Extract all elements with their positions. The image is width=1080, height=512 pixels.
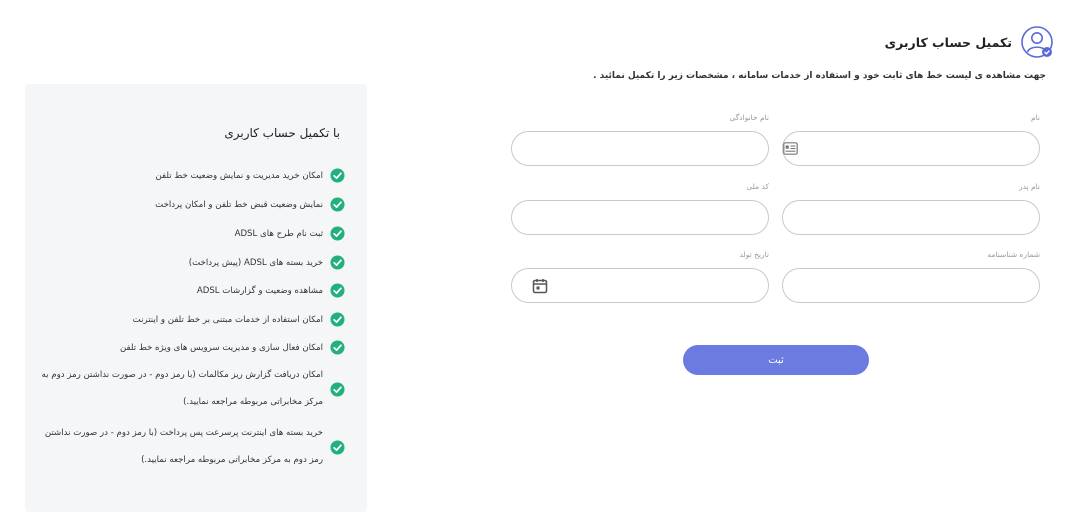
check-circle-icon <box>330 255 345 270</box>
last-name-input-wrap <box>511 131 769 166</box>
father-name-input-wrap <box>782 200 1040 235</box>
benefit-item: مشاهده وضعیت و گزارشات ADSL <box>197 283 345 298</box>
check-circle-icon <box>330 226 345 241</box>
page-subtitle: جهت مشاهده ی لیست خط های ثابت خود و استف… <box>593 71 1046 81</box>
father-name-input[interactable] <box>783 201 1039 234</box>
benefit-item: خرید بسته های ADSL (پیش پرداخت) <box>189 255 345 270</box>
check-circle-icon <box>330 283 345 298</box>
benefit-text: امکان دریافت گزارش ریز مکالمات (با رمز د… <box>41 370 323 407</box>
last-name-field: نام خانوادگی <box>511 112 769 166</box>
user-avatar-icon <box>1021 26 1053 58</box>
benefit-text: نمایش وضعیت قبض خط تلفن و امکان پرداخت <box>155 199 323 210</box>
birth-date-input-wrap <box>511 268 769 303</box>
benefit-item: ثبت نام طرح های ADSL <box>235 226 345 241</box>
last-name-label: نام خانوادگی <box>729 113 769 122</box>
birth-date-label: تاریخ تولد <box>739 250 770 259</box>
birth-date-input[interactable] <box>512 269 768 302</box>
benefit-item: امکان استفاده از خدمات مبتنی بر خط تلفن … <box>133 312 345 327</box>
page-header: تکمیل حساب کاربری <box>885 25 1054 59</box>
benefit-text: امکان استفاده از خدمات مبتنی بر خط تلفن … <box>132 314 323 325</box>
first-name-field: نام <box>782 112 1040 166</box>
id-card-icon <box>783 142 798 155</box>
first-name-label: نام <box>1030 113 1040 122</box>
benefit-item: امکان دریافت گزارش ریز مکالمات (با رمز د… <box>38 362 345 416</box>
id-number-input[interactable] <box>783 269 1039 302</box>
id-number-label: شماره شناسنامه <box>987 250 1040 259</box>
page: تکمیل حساب کاربری جهت مشاهده ی لیست خط ه… <box>0 0 1080 512</box>
benefit-text: امکان خرید مدیریت و نمایش وضعیت خط تلفن <box>155 170 323 181</box>
benefit-item: نمایش وضعیت قبض خط تلفن و امکان پرداخت <box>155 197 345 212</box>
submit-button[interactable]: ثبت <box>683 345 869 375</box>
national-code-label: کد ملی <box>746 182 769 191</box>
first-name-input[interactable] <box>783 132 1039 165</box>
benefits-panel: با تکمیل حساب کاربری امکان خرید مدیریت و… <box>25 84 367 512</box>
national-code-input-wrap <box>511 200 769 235</box>
father-name-field: نام پدر <box>782 181 1040 235</box>
benefit-item: امکان خرید مدیریت و نمایش وضعیت خط تلفن <box>155 168 345 183</box>
national-code-field: کد ملی <box>511 181 769 235</box>
benefit-text: خرید بسته های ADSL (پیش پرداخت) <box>188 257 323 268</box>
benefits-panel-title: با تکمیل حساب کاربری <box>224 126 340 140</box>
check-circle-icon <box>330 381 345 397</box>
benefit-text: خرید بسته های اینترنت پرسرعت پس پرداخت (… <box>44 428 323 465</box>
benefit-item: خرید بسته های اینترنت پرسرعت پس پرداخت (… <box>38 420 345 474</box>
national-code-input[interactable] <box>512 201 768 234</box>
page-title: تکمیل حساب کاربری <box>884 34 1012 50</box>
birth-date-field: تاریخ تولد <box>511 249 769 303</box>
benefit-item: امکان فعال سازی و مدیریت سرویس های ویژه … <box>120 340 345 355</box>
benefit-text: مشاهده وضعیت و گزارشات ADSL <box>196 285 323 296</box>
check-circle-icon <box>330 168 345 183</box>
check-circle-icon <box>330 439 345 455</box>
check-circle-icon <box>330 197 345 212</box>
benefit-text: امکان فعال سازی و مدیریت سرویس های ویژه … <box>120 342 323 353</box>
id-number-input-wrap <box>782 268 1040 303</box>
id-number-field: شماره شناسنامه <box>782 249 1040 303</box>
last-name-input[interactable] <box>512 132 768 165</box>
benefit-text: ثبت نام طرح های ADSL <box>234 228 323 239</box>
check-circle-icon <box>330 312 345 327</box>
check-circle-icon <box>330 340 345 355</box>
first-name-input-wrap <box>782 131 1040 166</box>
father-name-label: نام پدر <box>1018 182 1040 191</box>
calendar-icon[interactable] <box>532 278 548 294</box>
